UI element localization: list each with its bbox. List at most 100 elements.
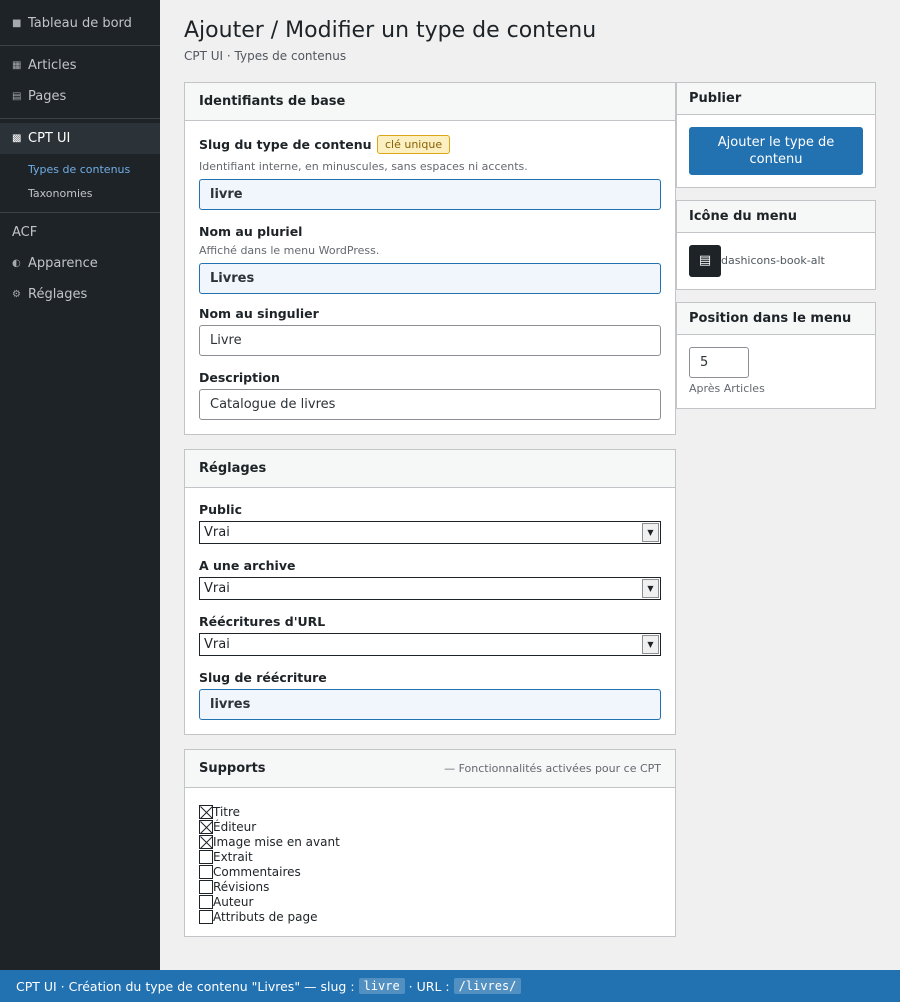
postbox-header: Supports — Fonctionnalités activées pour… [185,750,675,788]
chevron-down-icon: ▼ [642,635,659,654]
postbox-title: Position dans le menu [689,311,852,326]
support-option[interactable]: Extrait [199,849,253,864]
checkbox[interactable] [199,849,213,864]
dashboard-icon: ■ [12,18,22,29]
postbox-header: Identifiants de base [185,83,675,121]
sidebar-item-label: Réglages [28,287,88,302]
rewrite-label: Réécritures d'URL [199,614,326,629]
menu-position-input[interactable] [689,347,749,378]
select-value: Vrai [204,581,230,596]
sidebar-item-articles[interactable]: ▦ Articles [0,50,160,81]
checkbox-label: Révisions [213,879,270,894]
checkbox[interactable] [199,819,213,834]
gear-icon: ⚙ [12,289,21,300]
description-input[interactable] [199,389,661,420]
chevron-down-icon: ▼ [642,523,659,542]
brush-icon: ◐ [12,258,21,269]
page-icon: ▤ [12,91,22,102]
sidebar-item-label: ACF [12,225,38,240]
public-select[interactable]: Vrai ▼ [199,521,661,544]
menu-icon-postbox: Icône du menu ▤ dashicons-book-alt [676,200,876,290]
sidebar-item-label: Apparence [28,256,98,271]
checkbox-label: Auteur [213,894,254,909]
icon-name: dashicons-book-alt [721,254,825,267]
pushpin-icon: ▦ [12,60,22,71]
select-value: Vrai [204,637,230,652]
support-option[interactable]: Commentaires [199,864,301,879]
checkbox[interactable] [199,894,213,909]
plural-label: Nom au pluriel [199,224,303,239]
basics-postbox: Identifiants de base Slug du type de con… [184,82,676,435]
menu-position-help: Après Articles [689,382,765,395]
supports-note: — Fonctionnalités activées pour ce CPT [444,762,661,775]
rewrite-select[interactable]: Vrai ▼ [199,633,661,656]
sidebar-item-label: Pages [28,89,67,104]
support-option[interactable]: Auteur [199,894,253,909]
checkbox-label: Extrait [213,849,253,864]
checkbox[interactable] [199,834,213,849]
publish-postbox: Publier Ajouter le type de contenu [676,82,876,188]
add-post-type-button[interactable]: Ajouter le type de contenu [689,127,863,175]
slug-input[interactable] [199,179,661,210]
description-label: Description [199,370,280,385]
checkbox-label: Image mise en avant [213,834,340,849]
status-bar: CPT UI · Création du type de contenu "Li… [0,970,900,1002]
checkbox[interactable] [199,804,213,819]
postbox-title: Icône du menu [689,209,798,224]
admin-sidebar: ■ Tableau de bord ▦ Articles ▤ Pages ▩ C… [0,0,160,970]
status-slug: livre [358,978,405,994]
singular-label: Nom au singulier [199,306,319,321]
support-option[interactable]: Titre [199,804,240,819]
sidebar-item-dashboard[interactable]: ■ Tableau de bord [0,8,160,39]
checkbox[interactable] [199,909,213,924]
submenu-item-types[interactable]: Types de contenus [0,158,160,182]
support-option[interactable]: Éditeur [199,819,256,834]
checkbox[interactable] [199,864,213,879]
submenu-item-taxonomies[interactable]: Taxonomies [0,182,160,206]
supports-postbox: Supports — Fonctionnalités activées pour… [184,749,676,937]
rewrite-slug-label: Slug de réécriture [199,670,327,685]
slug-label: Slug du type de contenu [199,137,372,152]
settings-postbox: Réglages Public Vrai ▼ A une archive Vra… [184,449,676,735]
sidebar-item-pages[interactable]: ▤ Pages [0,81,160,112]
status-prefix: CPT UI · Création du type de contenu "Li… [16,978,355,994]
sidebar-item-appearance[interactable]: ◐ Apparence [0,248,160,279]
postbox-header: Publier [677,83,875,115]
plural-help: Affiché dans le menu WordPress. [199,244,380,257]
book-alt-icon[interactable]: ▤ [689,245,721,277]
status-url: /livres/ [453,978,522,994]
singular-input[interactable] [199,325,661,356]
chevron-down-icon: ▼ [642,579,659,598]
rewrite-slug-input[interactable] [199,689,661,720]
support-option[interactable]: Image mise en avant [199,834,340,849]
sidebar-item-label: Tableau de bord [28,16,132,31]
cpt-submenu: Types de contenus Taxonomies [0,154,160,210]
menu-separator [0,45,160,46]
sidebar-item-cpt-ui[interactable]: ▩ CPT UI [0,123,160,154]
slug-help: Identifiant interne, en minuscules, sans… [199,160,528,173]
checkbox-label: Commentaires [213,864,301,879]
checkbox-label: Attributs de page [213,909,318,924]
postbox-title: Supports [199,761,266,776]
breadcrumb: CPT UI · Types de contenus [184,49,347,63]
support-option[interactable]: Attributs de page [199,909,317,924]
archive-select[interactable]: Vrai ▼ [199,577,661,600]
public-label: Public [199,502,242,517]
plural-input[interactable] [199,263,661,294]
sidebar-item-acf[interactable]: ACF [0,217,160,248]
menu-separator [0,212,160,213]
postbox-header: Position dans le menu [677,303,875,335]
postbox-title: Réglages [199,461,267,476]
support-option[interactable]: Révisions [199,879,269,894]
archive-label: A une archive [199,558,296,573]
postbox-title: Publier [689,91,742,106]
postbox-header: Icône du menu [677,201,875,233]
page-title: Ajouter / Modifier un type de contenu [184,18,597,43]
select-value: Vrai [204,525,230,540]
menu-position-postbox: Position dans le menu Après Articles [676,302,876,409]
sidebar-item-settings[interactable]: ⚙ Réglages [0,279,160,310]
checkbox-label: Titre [213,804,241,819]
checkbox[interactable] [199,879,213,894]
sidebar-item-label: Articles [28,58,77,73]
checkbox-label: Éditeur [213,819,257,834]
